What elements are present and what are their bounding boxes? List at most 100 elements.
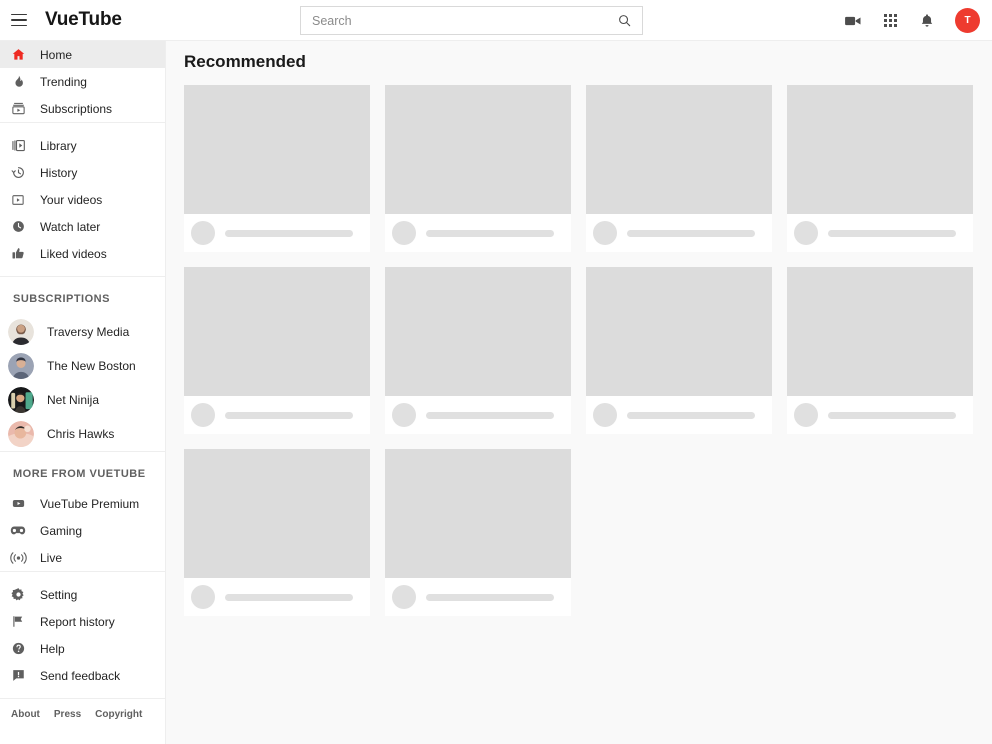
- sidebar-settings-group: Setting Report history Help Send feedbac…: [0, 571, 165, 698]
- sidebar-footer-links: About Press Copyright: [0, 698, 165, 720]
- channel-avatar-traversy: [8, 319, 34, 345]
- video-meta-row: [184, 214, 370, 252]
- video-card-skeleton[interactable]: [787, 267, 973, 434]
- footer-link-copyright[interactable]: Copyright: [95, 709, 142, 720]
- search-box[interactable]: [300, 6, 643, 35]
- hamburger-menu-icon[interactable]: [7, 8, 31, 32]
- sidebar-primary-group: Home Trending Subscriptions: [0, 41, 165, 122]
- video-title-placeholder: [225, 411, 353, 419]
- sidebar-library-group: Library History Your videos Watch later …: [0, 122, 165, 276]
- main-content: Recommended: [166, 41, 992, 744]
- video-title-placeholder: [828, 411, 956, 419]
- subscriptions-icon: [6, 99, 30, 119]
- sidebar-item-live[interactable]: Live: [0, 544, 165, 571]
- video-card-skeleton[interactable]: [184, 85, 370, 252]
- video-thumbnail-placeholder: [184, 449, 370, 578]
- sidebar-item-library-label: Library: [40, 138, 77, 153]
- channel-avatar-placeholder: [392, 221, 416, 245]
- video-card-grid: [166, 72, 992, 616]
- subscriptions-section-title: SUBSCRIPTIONS: [13, 293, 110, 305]
- search-input[interactable]: [312, 13, 617, 28]
- feedback-icon: [6, 666, 30, 686]
- video-meta-row: [184, 396, 370, 434]
- header-actions: T: [843, 0, 980, 41]
- channel-item[interactable]: Traversy Media: [0, 315, 165, 349]
- channel-avatar-placeholder: [392, 403, 416, 427]
- your-videos-icon: [6, 190, 30, 210]
- sidebar-item-watch-later-label: Watch later: [40, 219, 101, 234]
- app-logo[interactable]: VueTube: [45, 9, 122, 31]
- sidebar-item-subscriptions[interactable]: Subscriptions: [0, 95, 165, 122]
- channel-avatar-placeholder: [392, 585, 416, 609]
- sidebar-item-premium[interactable]: VueTube Premium: [0, 490, 165, 517]
- video-card-skeleton[interactable]: [385, 267, 571, 434]
- search-icon[interactable]: [617, 13, 632, 28]
- top-header: VueTube T: [0, 0, 992, 41]
- video-card-skeleton[interactable]: [184, 267, 370, 434]
- sidebar-item-setting[interactable]: Setting: [0, 581, 165, 608]
- user-avatar[interactable]: T: [955, 8, 980, 33]
- sidebar-item-liked-videos[interactable]: Liked videos: [0, 240, 165, 267]
- video-meta-row: [787, 214, 973, 252]
- video-thumbnail-placeholder: [184, 85, 370, 214]
- sidebar-item-home[interactable]: Home: [0, 41, 165, 68]
- video-meta-row: [385, 396, 571, 434]
- channel-avatar-chrishawks: [8, 421, 34, 447]
- channel-name: The New Boston: [47, 359, 136, 373]
- video-card-skeleton[interactable]: [385, 85, 571, 252]
- sidebar-item-watch-later[interactable]: Watch later: [0, 213, 165, 240]
- more-section-title: MORE FROM VUETUBE: [13, 468, 146, 480]
- sidebar-item-history[interactable]: History: [0, 159, 165, 186]
- footer-link-press[interactable]: Press: [54, 709, 81, 720]
- video-title-placeholder: [828, 229, 956, 237]
- sidebar-item-premium-label: VueTube Premium: [40, 496, 140, 511]
- footer-link-about[interactable]: About: [11, 709, 40, 720]
- channel-avatar-placeholder: [593, 221, 617, 245]
- page-title: Recommended: [184, 52, 306, 71]
- library-icon: [6, 136, 30, 156]
- channel-avatar-placeholder: [191, 403, 215, 427]
- premium-play-icon: [6, 494, 30, 514]
- channel-name: Traversy Media: [47, 325, 130, 339]
- channel-avatar-netninja: [8, 387, 34, 413]
- video-card-skeleton[interactable]: [184, 449, 370, 616]
- sidebar-item-help[interactable]: Help: [0, 635, 165, 662]
- sidebar-item-report-history-label: Report history: [40, 614, 115, 629]
- help-question-icon: [6, 639, 30, 659]
- sidebar: Home Trending Subscriptions Library Hist…: [0, 41, 166, 744]
- sidebar-item-your-videos[interactable]: Your videos: [0, 186, 165, 213]
- video-title-placeholder: [426, 411, 554, 419]
- search-container: [300, 6, 643, 35]
- channel-item[interactable]: Chris Hawks: [0, 417, 165, 451]
- video-meta-row: [586, 396, 772, 434]
- video-thumbnail-placeholder: [787, 267, 973, 396]
- video-title-placeholder: [225, 229, 353, 237]
- channel-name: Net Ninija: [47, 393, 100, 407]
- video-meta-row: [184, 578, 370, 616]
- channel-item[interactable]: The New Boston: [0, 349, 165, 383]
- sidebar-item-gaming[interactable]: Gaming: [0, 517, 165, 544]
- sidebar-item-trending[interactable]: Trending: [0, 68, 165, 95]
- channel-avatar-placeholder: [191, 221, 215, 245]
- sidebar-item-report-history[interactable]: Report history: [0, 608, 165, 635]
- sidebar-item-gaming-label: Gaming: [40, 523, 83, 538]
- gaming-controller-icon: [6, 521, 30, 541]
- video-thumbnail-placeholder: [586, 267, 772, 396]
- channel-item[interactable]: Net Ninija: [0, 383, 165, 417]
- video-card-skeleton[interactable]: [385, 449, 571, 616]
- watch-later-clock-icon: [6, 217, 30, 237]
- video-meta-row: [586, 214, 772, 252]
- sidebar-item-send-feedback[interactable]: Send feedback: [0, 662, 165, 689]
- gear-icon: [6, 585, 30, 605]
- video-card-skeleton[interactable]: [586, 267, 772, 434]
- create-video-icon[interactable]: [843, 11, 863, 31]
- video-meta-row: [385, 578, 571, 616]
- notifications-bell-icon[interactable]: [917, 11, 937, 31]
- video-title-placeholder: [627, 229, 755, 237]
- apps-grid-icon[interactable]: [880, 11, 900, 31]
- video-card-skeleton[interactable]: [586, 85, 772, 252]
- video-card-skeleton[interactable]: [787, 85, 973, 252]
- channel-avatar-placeholder: [794, 221, 818, 245]
- sidebar-item-library[interactable]: Library: [0, 132, 165, 159]
- video-title-placeholder: [225, 593, 353, 601]
